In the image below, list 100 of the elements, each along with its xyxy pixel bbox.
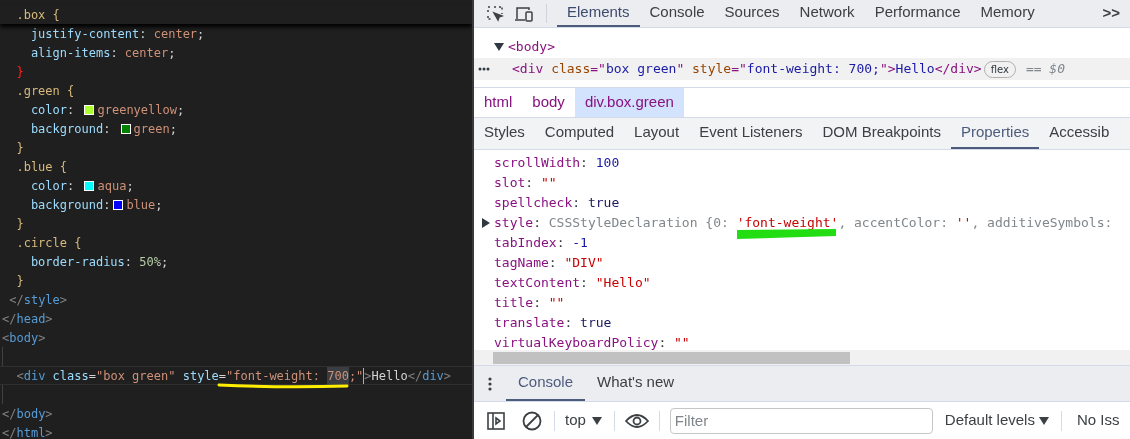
code-token: body (16, 405, 46, 423)
dom-node[interactable]: <div class="box green" style="font-weight: 700;">Hello</div> (512, 59, 982, 79)
tab[interactable]: Network (789, 0, 865, 27)
code-token: 50% (139, 253, 161, 271)
inspect-icon[interactable] (486, 4, 504, 23)
code-token: style (181, 367, 219, 385)
code-token: < (2, 329, 10, 347)
more-options-icon[interactable] (478, 67, 490, 71)
device-icon[interactable] (514, 4, 534, 23)
code-token: ; (176, 101, 185, 119)
code-token: ; (126, 177, 134, 195)
color-swatch[interactable] (84, 180, 95, 191)
issues-count[interactable]: No Iss (1076, 409, 1120, 432)
property-entry: tabIndex: -1 (494, 234, 588, 253)
text-cursor (363, 367, 365, 384)
code-editor[interactable] (0, 0, 472, 439)
code-token: ; (155, 196, 163, 214)
code-token: : (103, 196, 111, 214)
code-token: greenyellow (97, 101, 177, 119)
expanded-triangle-icon[interactable] (494, 43, 504, 51)
breadcrumb[interactable]: body (522, 88, 575, 117)
code-token: } (15, 215, 24, 233)
property-entry: tagName: "DIV" (494, 254, 604, 273)
panel-tab[interactable]: Computed (534, 118, 625, 149)
code-token: justify-content (29, 25, 140, 43)
code-token: green (133, 120, 170, 138)
code-token: > (443, 367, 452, 385)
property-entry: slot: "" (494, 174, 557, 193)
code-token: </ (2, 424, 17, 439)
code-token: body (9, 329, 39, 347)
context-dropdown[interactable]: top (565, 409, 602, 432)
code-token: .blue (15, 158, 53, 176)
code-token: < (15, 367, 24, 385)
code-token: > (45, 405, 53, 423)
tab[interactable]: Performance (864, 0, 971, 27)
code-token: ; (160, 253, 169, 271)
code-token: ; (169, 120, 177, 138)
caret-icon (1038, 416, 1049, 425)
code-token: { (73, 234, 82, 252)
code-token: div (422, 367, 444, 385)
sidebar-toggle-icon[interactable] (487, 411, 505, 430)
code-token: center (153, 25, 198, 43)
filter-field[interactable]: Filter (669, 407, 933, 434)
levels-dropdown[interactable]: Default levels (944, 409, 1049, 432)
eye-icon[interactable] (624, 412, 649, 429)
code-token: > (45, 424, 53, 439)
code-token: > (59, 291, 68, 309)
selected-text: 700 (327, 366, 349, 385)
code-token: ; (168, 44, 176, 62)
drawer-tab[interactable]: What's new (585, 366, 687, 401)
code-token: div (23, 367, 46, 385)
code-token: { (51, 6, 60, 24)
code-token: class (51, 367, 89, 385)
code-token: } (15, 272, 24, 290)
code-token: = (218, 367, 227, 385)
code-token: blue (126, 196, 156, 214)
color-swatch[interactable] (84, 104, 95, 115)
property-entry: title: "" (494, 294, 565, 313)
panel-tab[interactable]: DOM Breakpoints (812, 118, 951, 149)
panel-tab[interactable]: Styles (474, 118, 535, 149)
code-token: > (38, 329, 46, 347)
color-swatch[interactable] (113, 199, 124, 210)
code-token: color (29, 101, 68, 119)
scrollbar-thumb[interactable] (493, 351, 850, 364)
code-token: style (23, 291, 60, 309)
code-token: background (29, 196, 104, 214)
code-token: "box green" (95, 367, 176, 385)
code-token: : (67, 177, 76, 195)
panel-tab[interactable]: Accessib (1039, 118, 1120, 149)
code-token: : (110, 44, 119, 62)
code-token: align-items (29, 44, 111, 62)
breadcrumb[interactable]: html (474, 88, 523, 117)
property-entry: translate: true (494, 314, 612, 333)
code-token: border-radius (29, 253, 125, 271)
more-tabs-button[interactable]: >> (1102, 0, 1130, 27)
code-token: </ (407, 367, 423, 385)
code-token: </ (2, 405, 17, 423)
caret-icon (591, 416, 602, 425)
code-token: .box (15, 6, 46, 24)
code-token: { (66, 82, 75, 100)
code-token: color (29, 177, 68, 195)
property-entry: style: CSSStyleDeclaration {0: 'font-weight', accentColor: '', additiveSymbols: (494, 214, 1113, 233)
panel-tab[interactable]: Layout (624, 118, 690, 149)
tab[interactable]: Memory (970, 0, 1045, 27)
code-token: } (15, 63, 24, 81)
color-swatch[interactable] (120, 123, 131, 134)
code-token: = (88, 367, 96, 385)
dom-node[interactable]: <body> (508, 37, 555, 57)
tab[interactable]: Console (639, 0, 715, 27)
breadcrumb[interactable]: div.box.green (574, 88, 684, 117)
tab[interactable]: Sources (714, 0, 790, 27)
code-token: Hello (371, 367, 408, 385)
collapsed-triangle-icon[interactable] (482, 218, 490, 228)
code-token: .circle (15, 234, 68, 252)
property-entry: scrollWidth: 100 (494, 154, 620, 173)
property-entry: virtualKeyboardPolicy: "" (494, 334, 690, 350)
code-token: : (67, 101, 76, 119)
code-token: { (58, 158, 68, 176)
clear-console-icon[interactable] (522, 410, 542, 431)
panel-tab[interactable]: Event Listeners (689, 118, 813, 149)
